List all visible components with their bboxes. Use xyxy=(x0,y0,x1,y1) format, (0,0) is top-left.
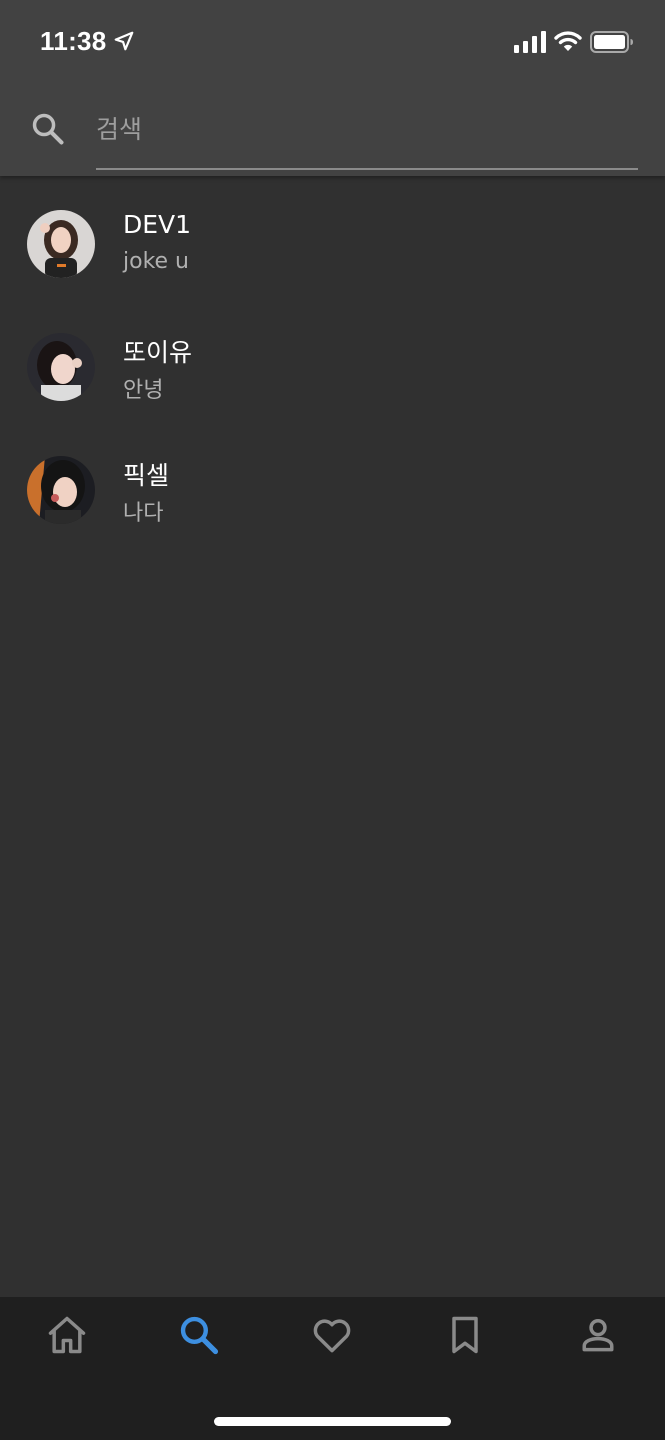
user-subtitle: joke u xyxy=(123,249,189,274)
search-icon xyxy=(32,113,64,145)
wifi-icon xyxy=(554,31,582,51)
nav-bookmarks[interactable] xyxy=(443,1313,487,1357)
search-input-underline xyxy=(96,168,638,170)
user-name: DEV1 xyxy=(123,210,192,239)
user-subtitle: 나다 xyxy=(123,501,164,526)
avatar-photo xyxy=(27,333,95,401)
avatar xyxy=(27,333,95,401)
avatar-photo xyxy=(27,456,95,524)
cellular-signal-icon xyxy=(514,31,546,53)
person-icon xyxy=(582,1318,614,1352)
list-item[interactable]: 픽셀 나다 xyxy=(0,422,665,545)
location-arrow-icon xyxy=(114,31,134,51)
list-item[interactable]: DEV1 joke u xyxy=(0,176,665,299)
bookmark-icon xyxy=(452,1316,478,1354)
nav-favorites[interactable] xyxy=(310,1313,354,1357)
battery-icon xyxy=(590,31,633,53)
list-item[interactable]: 또이유 안녕 xyxy=(0,299,665,422)
nav-search[interactable] xyxy=(177,1313,221,1357)
avatar xyxy=(27,210,95,278)
avatar-photo xyxy=(27,210,95,278)
user-name: 픽셀 xyxy=(123,461,170,490)
search-icon xyxy=(180,1316,219,1355)
nav-home[interactable] xyxy=(45,1313,89,1357)
heart-icon xyxy=(313,1319,351,1353)
search-results-list: DEV1 joke u 또이유 안녕 픽셀 나다 xyxy=(0,176,665,545)
nav-profile[interactable] xyxy=(576,1313,620,1357)
avatar xyxy=(27,456,95,524)
bottom-nav xyxy=(0,1297,665,1440)
home-indicator xyxy=(214,1417,451,1426)
home-icon xyxy=(48,1316,86,1354)
status-bar: 11:38 xyxy=(0,0,665,86)
search-bar xyxy=(0,86,665,176)
user-subtitle: 안녕 xyxy=(123,378,164,403)
status-time: 11:38 xyxy=(40,26,107,56)
search-input[interactable] xyxy=(96,104,638,154)
user-name: 또이유 xyxy=(123,338,193,367)
search-screen: 11:38 검색 DEV1 joke u 또이유 안녕 픽셀 나다 xyxy=(0,0,665,1440)
app-header: 11:38 xyxy=(0,0,665,176)
